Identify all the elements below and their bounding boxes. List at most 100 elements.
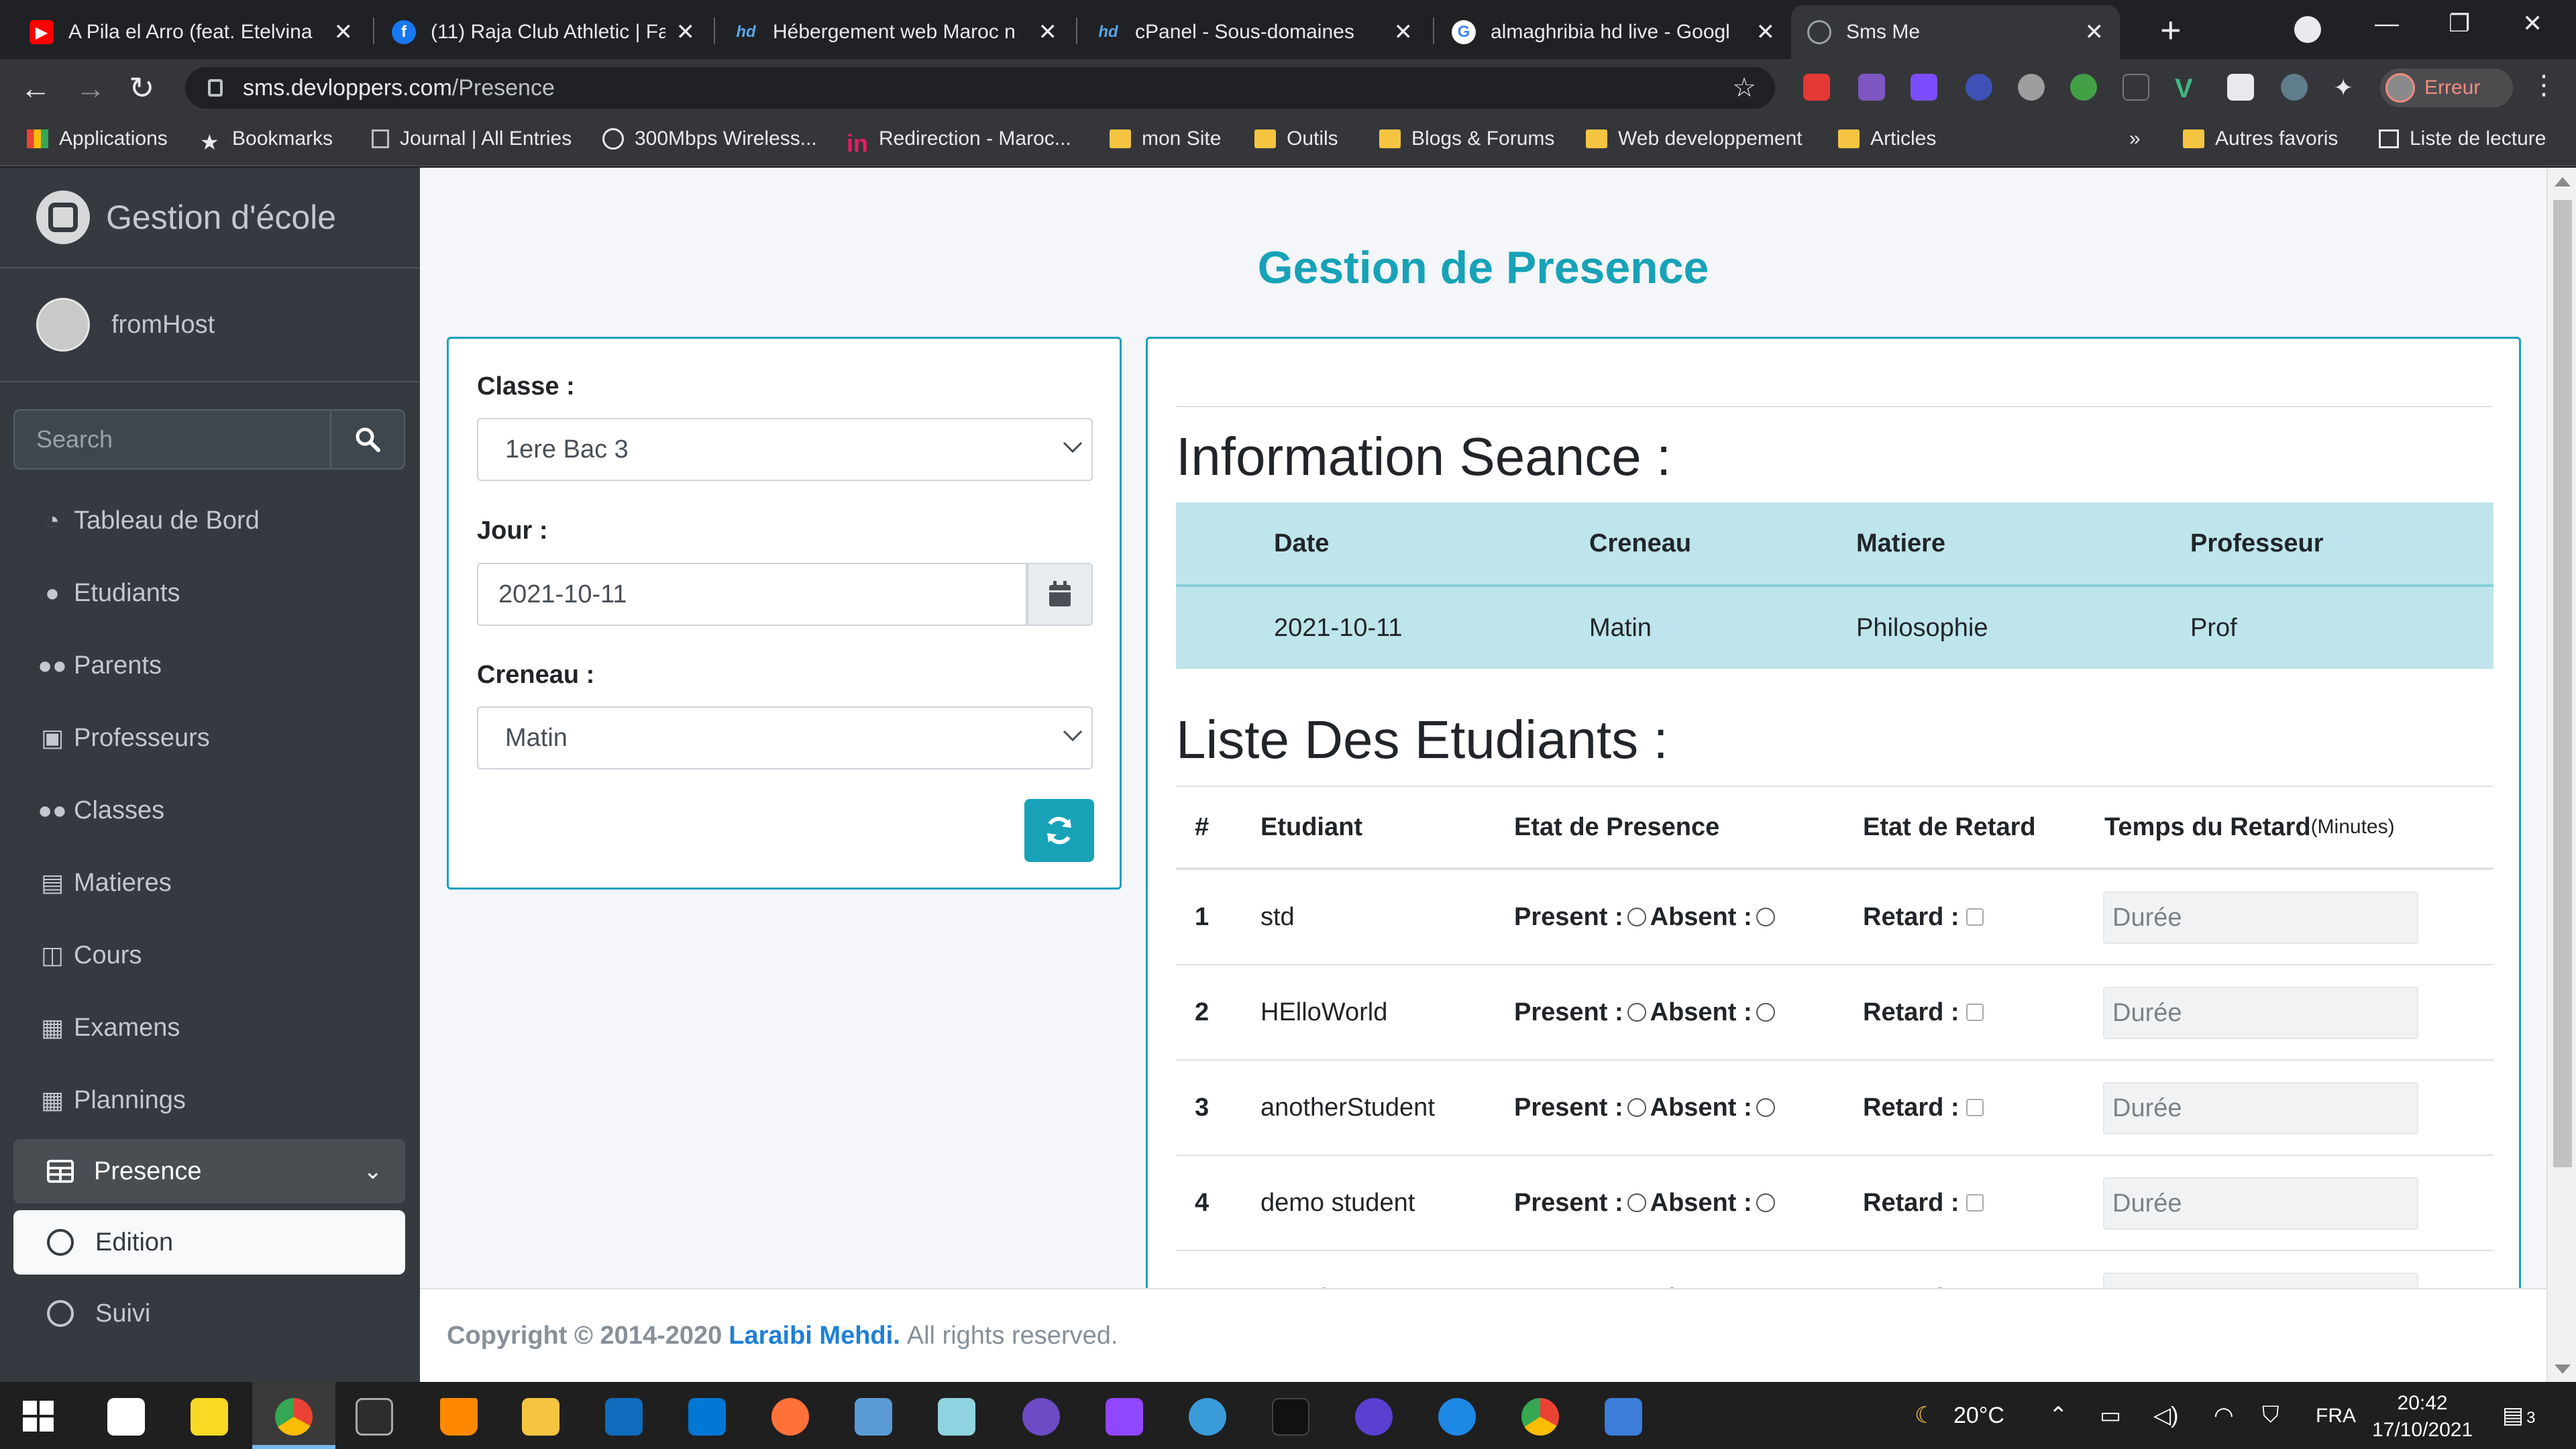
classe-select[interactable]: 1ere Bac 3 xyxy=(477,418,1093,481)
present-radio[interactable] xyxy=(1627,1098,1646,1117)
new-tab-button[interactable]: + xyxy=(2160,9,2182,51)
sidebar-item-professeurs[interactable]: ▣ Professeurs xyxy=(13,706,405,770)
battery-icon[interactable]: ▭ xyxy=(2100,1402,2121,1429)
notifications-button[interactable]: ▤ 3 xyxy=(2502,1402,2535,1429)
menu-kebab-icon[interactable]: ⋮ xyxy=(2530,70,2557,101)
sidebar-item-presence[interactable]: Presence ⌄ xyxy=(13,1139,405,1203)
sidebar-item-classes[interactable]: ●● Classes xyxy=(13,778,405,843)
sidebar-item-etudiants[interactable]: ● Etudiants xyxy=(13,561,405,625)
language-indicator[interactable]: FRA xyxy=(2316,1405,2356,1428)
present-radio[interactable] xyxy=(1627,1193,1646,1212)
bookmark-redirection[interactable]: in Redirection - Maroc... xyxy=(847,127,1071,157)
bookmark-star-icon[interactable]: ☆ xyxy=(1732,72,1756,103)
restore-icon[interactable]: ❐ xyxy=(2449,9,2470,38)
page-scrollbar[interactable] xyxy=(2546,168,2576,1382)
telegram-icon[interactable] xyxy=(1189,1398,1226,1436)
minimize-icon[interactable]: — xyxy=(2375,9,2399,38)
absent-radio[interactable] xyxy=(1756,1193,1775,1212)
bookmark-bookmarks[interactable]: ★ Bookmarks xyxy=(200,127,333,154)
extension-vue-icon[interactable]: V xyxy=(2175,74,2202,103)
notion-icon[interactable] xyxy=(107,1398,145,1436)
vlc-icon[interactable] xyxy=(440,1398,478,1436)
refresh-button[interactable] xyxy=(1024,799,1094,862)
bookmark-applications[interactable]: Applications xyxy=(27,127,168,150)
tab-sms-me[interactable]: Sms Me ✕ xyxy=(1791,5,2120,59)
user-panel[interactable]: fromHost xyxy=(0,268,420,382)
creneau-select[interactable]: Matin xyxy=(477,706,1093,769)
search-input[interactable] xyxy=(13,409,330,470)
jour-date-input[interactable]: 2021-10-11 xyxy=(477,563,1027,626)
scrollbar-thumb[interactable] xyxy=(2553,200,2572,1167)
reload-icon[interactable]: ↻ xyxy=(129,70,155,106)
extensions-puzzle-icon[interactable]: ✦ xyxy=(2333,74,2360,101)
close-icon[interactable]: ✕ xyxy=(1038,19,1058,46)
firefox-icon[interactable] xyxy=(771,1398,809,1436)
extension-red-icon[interactable] xyxy=(1803,74,1830,101)
retard-checkbox[interactable] xyxy=(1966,1194,1984,1212)
extension-circle-icon[interactable] xyxy=(2281,74,2308,101)
tab-cpanel[interactable]: hd cPanel - Sous-domaines ✕ xyxy=(1080,5,1429,59)
volume-icon[interactable]: ◁) xyxy=(2153,1402,2178,1429)
retard-checkbox[interactable] xyxy=(1966,1004,1984,1021)
extension-drive-icon[interactable] xyxy=(2070,74,2097,101)
bookmark-blogs-forums[interactable]: Blogs & Forums xyxy=(1379,127,1554,150)
sidebar-item-suivi[interactable]: Suivi xyxy=(13,1281,405,1346)
outlook-icon[interactable] xyxy=(605,1398,643,1436)
wifi-icon[interactable]: ◠ xyxy=(2214,1402,2234,1429)
sidebar-item-plannings[interactable]: ▦ Plannings xyxy=(13,1068,405,1132)
bookmark-wireless[interactable]: 300Mbps Wireless... xyxy=(602,127,817,150)
search-button[interactable] xyxy=(330,409,405,470)
address-bar[interactable]: sms.devloppers.com/Presence ☆ xyxy=(185,67,1775,109)
file-explorer-icon[interactable] xyxy=(522,1398,559,1436)
extension-notion-icon[interactable] xyxy=(2227,74,2254,101)
brand-link[interactable]: Gestion d'école xyxy=(0,168,420,268)
duree-input[interactable] xyxy=(2103,892,2418,944)
dark-app-icon[interactable] xyxy=(1272,1398,1309,1436)
close-icon[interactable]: ✕ xyxy=(1756,19,1776,46)
bookmark-web-dev[interactable]: Web developpement xyxy=(1586,127,1803,150)
bookmark-outils[interactable]: Outils xyxy=(1254,127,1338,150)
bookmarks-overflow-button[interactable]: » xyxy=(2129,127,2141,150)
absent-radio[interactable] xyxy=(1756,908,1775,926)
retard-checkbox[interactable] xyxy=(1966,908,1984,926)
vscode-icon[interactable] xyxy=(688,1398,726,1436)
profile-button[interactable]: Erreur xyxy=(2380,68,2513,107)
close-icon[interactable]: ✕ xyxy=(334,19,354,46)
retard-checkbox[interactable] xyxy=(1966,1099,1984,1116)
clock[interactable]: 20:42 17/10/2021 xyxy=(2372,1390,2473,1444)
bookmark-mon-site[interactable]: mon Site xyxy=(1110,127,1221,150)
shield-icon[interactable]: ⛉ xyxy=(2262,1402,2279,1428)
scroll-up-arrow-icon[interactable] xyxy=(2555,177,2571,186)
duree-input[interactable] xyxy=(2103,1082,2418,1134)
duree-input[interactable] xyxy=(2103,987,2418,1039)
notepad-icon[interactable] xyxy=(938,1398,975,1436)
windows-start-icon[interactable] xyxy=(23,1401,54,1432)
eclipse-icon[interactable] xyxy=(1022,1398,1060,1436)
terminal-icon[interactable] xyxy=(356,1398,393,1436)
chrome-profile-icon[interactable] xyxy=(1521,1398,1559,1436)
duree-input[interactable] xyxy=(2103,1177,2418,1230)
tray-chevron-icon[interactable]: ⌃ xyxy=(2049,1402,2068,1429)
sidebar-item-parents[interactable]: ●● Parents xyxy=(13,633,405,698)
back-icon[interactable]: ← xyxy=(20,70,51,106)
author-link[interactable]: Laraibi Mehdi. xyxy=(729,1322,900,1350)
reading-list-button[interactable]: Liste de lecture xyxy=(2379,127,2546,150)
tab-hebergement[interactable]: hd Hébergement web Maroc n ✕ xyxy=(718,5,1073,59)
iptv-icon[interactable] xyxy=(1355,1398,1393,1436)
browser-app-icon[interactable] xyxy=(1438,1398,1476,1436)
absent-radio[interactable] xyxy=(1756,1003,1775,1022)
extension-chat-icon[interactable] xyxy=(1911,74,1937,101)
scroll-down-arrow-icon[interactable] xyxy=(2555,1364,2571,1374)
forward-icon[interactable]: → xyxy=(75,70,106,106)
close-window-icon[interactable]: ✕ xyxy=(2522,9,2542,38)
sidebar-item-edition[interactable]: Edition xyxy=(13,1210,405,1275)
sidebar-item-tableau-de-bord[interactable]: ◔ Tableau de Bord xyxy=(13,488,405,553)
extension-purple-icon[interactable] xyxy=(1858,74,1885,101)
close-icon[interactable]: ✕ xyxy=(2085,19,2104,46)
present-radio[interactable] xyxy=(1627,908,1646,926)
extension-gear-icon[interactable] xyxy=(2018,74,2045,101)
sidebar-item-matieres[interactable]: ▤ Matieres xyxy=(13,851,405,915)
extension-brackets-icon[interactable] xyxy=(2123,74,2149,101)
tab-facebook[interactable]: f (11) Raja Club Athletic | Face ✕ xyxy=(376,5,711,59)
bookmark-journal[interactable]: Journal | All Entries xyxy=(372,127,572,150)
